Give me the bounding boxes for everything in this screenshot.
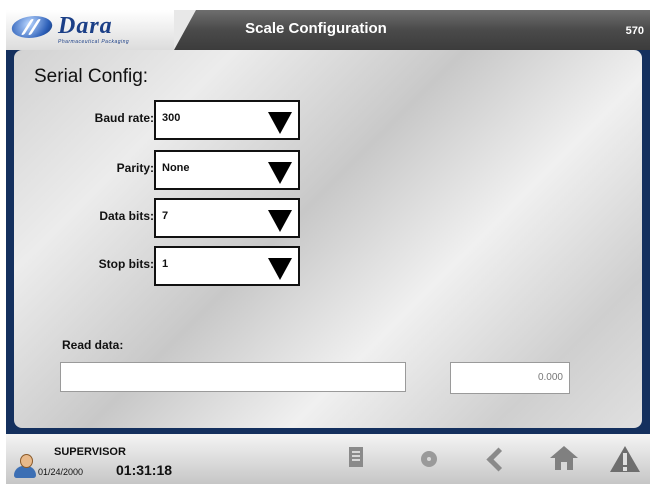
baud-rate-value: 300 — [162, 112, 181, 124]
stop-bits-dropdown[interactable]: 1 — [154, 246, 300, 286]
read-data-label: Read data: — [62, 338, 124, 352]
logo-text: Dara — [58, 13, 113, 39]
gear-icon[interactable] — [412, 444, 444, 476]
back-icon[interactable] — [480, 444, 512, 476]
dropdown-arrow-icon[interactable] — [268, 112, 292, 134]
data-bits-value: 7 — [162, 210, 169, 222]
dropdown-arrow-icon[interactable] — [268, 162, 292, 184]
data-bits-row: Data bits: 7 — [14, 198, 314, 238]
footer-bar: SUPERVISOR 01/24/2000 01:31:18 — [6, 434, 650, 484]
home-icon[interactable] — [548, 444, 580, 476]
stop-bits-value: 1 — [162, 258, 169, 270]
dropdown-arrow-icon[interactable] — [268, 210, 292, 232]
stop-bits-label: Stop bits: — [98, 257, 154, 271]
logo-mark-icon — [9, 16, 55, 38]
read-value-field[interactable]: 0.000 — [450, 362, 570, 394]
header-bar: Dara Pharmaceutical Packaging Scale Conf… — [6, 10, 650, 50]
user-name: SUPERVISOR — [54, 446, 126, 458]
stop-bits-row: Stop bits: 1 — [14, 246, 314, 286]
dropdown-arrow-icon[interactable] — [268, 258, 292, 280]
date-display: 01/24/2000 — [38, 467, 84, 477]
parity-value: None — [162, 162, 190, 174]
parity-label: Parity: — [116, 161, 154, 175]
logo: Dara Pharmaceutical Packaging — [6, 10, 196, 50]
document-icon[interactable] — [340, 444, 372, 476]
data-bits-dropdown[interactable]: 7 — [154, 198, 300, 238]
parity-dropdown[interactable]: None — [154, 150, 300, 190]
panel-title: Serial Config: — [34, 66, 149, 87]
logo-tagline: Pharmaceutical Packaging — [58, 39, 130, 45]
config-panel: Serial Config: Baud rate: 300 Parity: No… — [14, 50, 642, 428]
app-window: Dara Pharmaceutical Packaging Scale Conf… — [6, 10, 650, 484]
warning-icon[interactable] — [610, 444, 642, 476]
user-avatar-icon — [12, 454, 38, 480]
page-title: Scale Configuration — [245, 20, 387, 37]
baud-rate-row: Baud rate: 300 — [14, 100, 314, 140]
baud-rate-label: Baud rate: — [94, 111, 154, 125]
baud-rate-dropdown[interactable]: 300 — [154, 100, 300, 140]
time-display: 01:31:18 — [116, 462, 173, 478]
read-data-field[interactable] — [60, 362, 406, 392]
parity-row: Parity: None — [14, 150, 314, 190]
screen-code: 570 — [625, 25, 644, 37]
data-bits-label: Data bits: — [99, 209, 154, 223]
